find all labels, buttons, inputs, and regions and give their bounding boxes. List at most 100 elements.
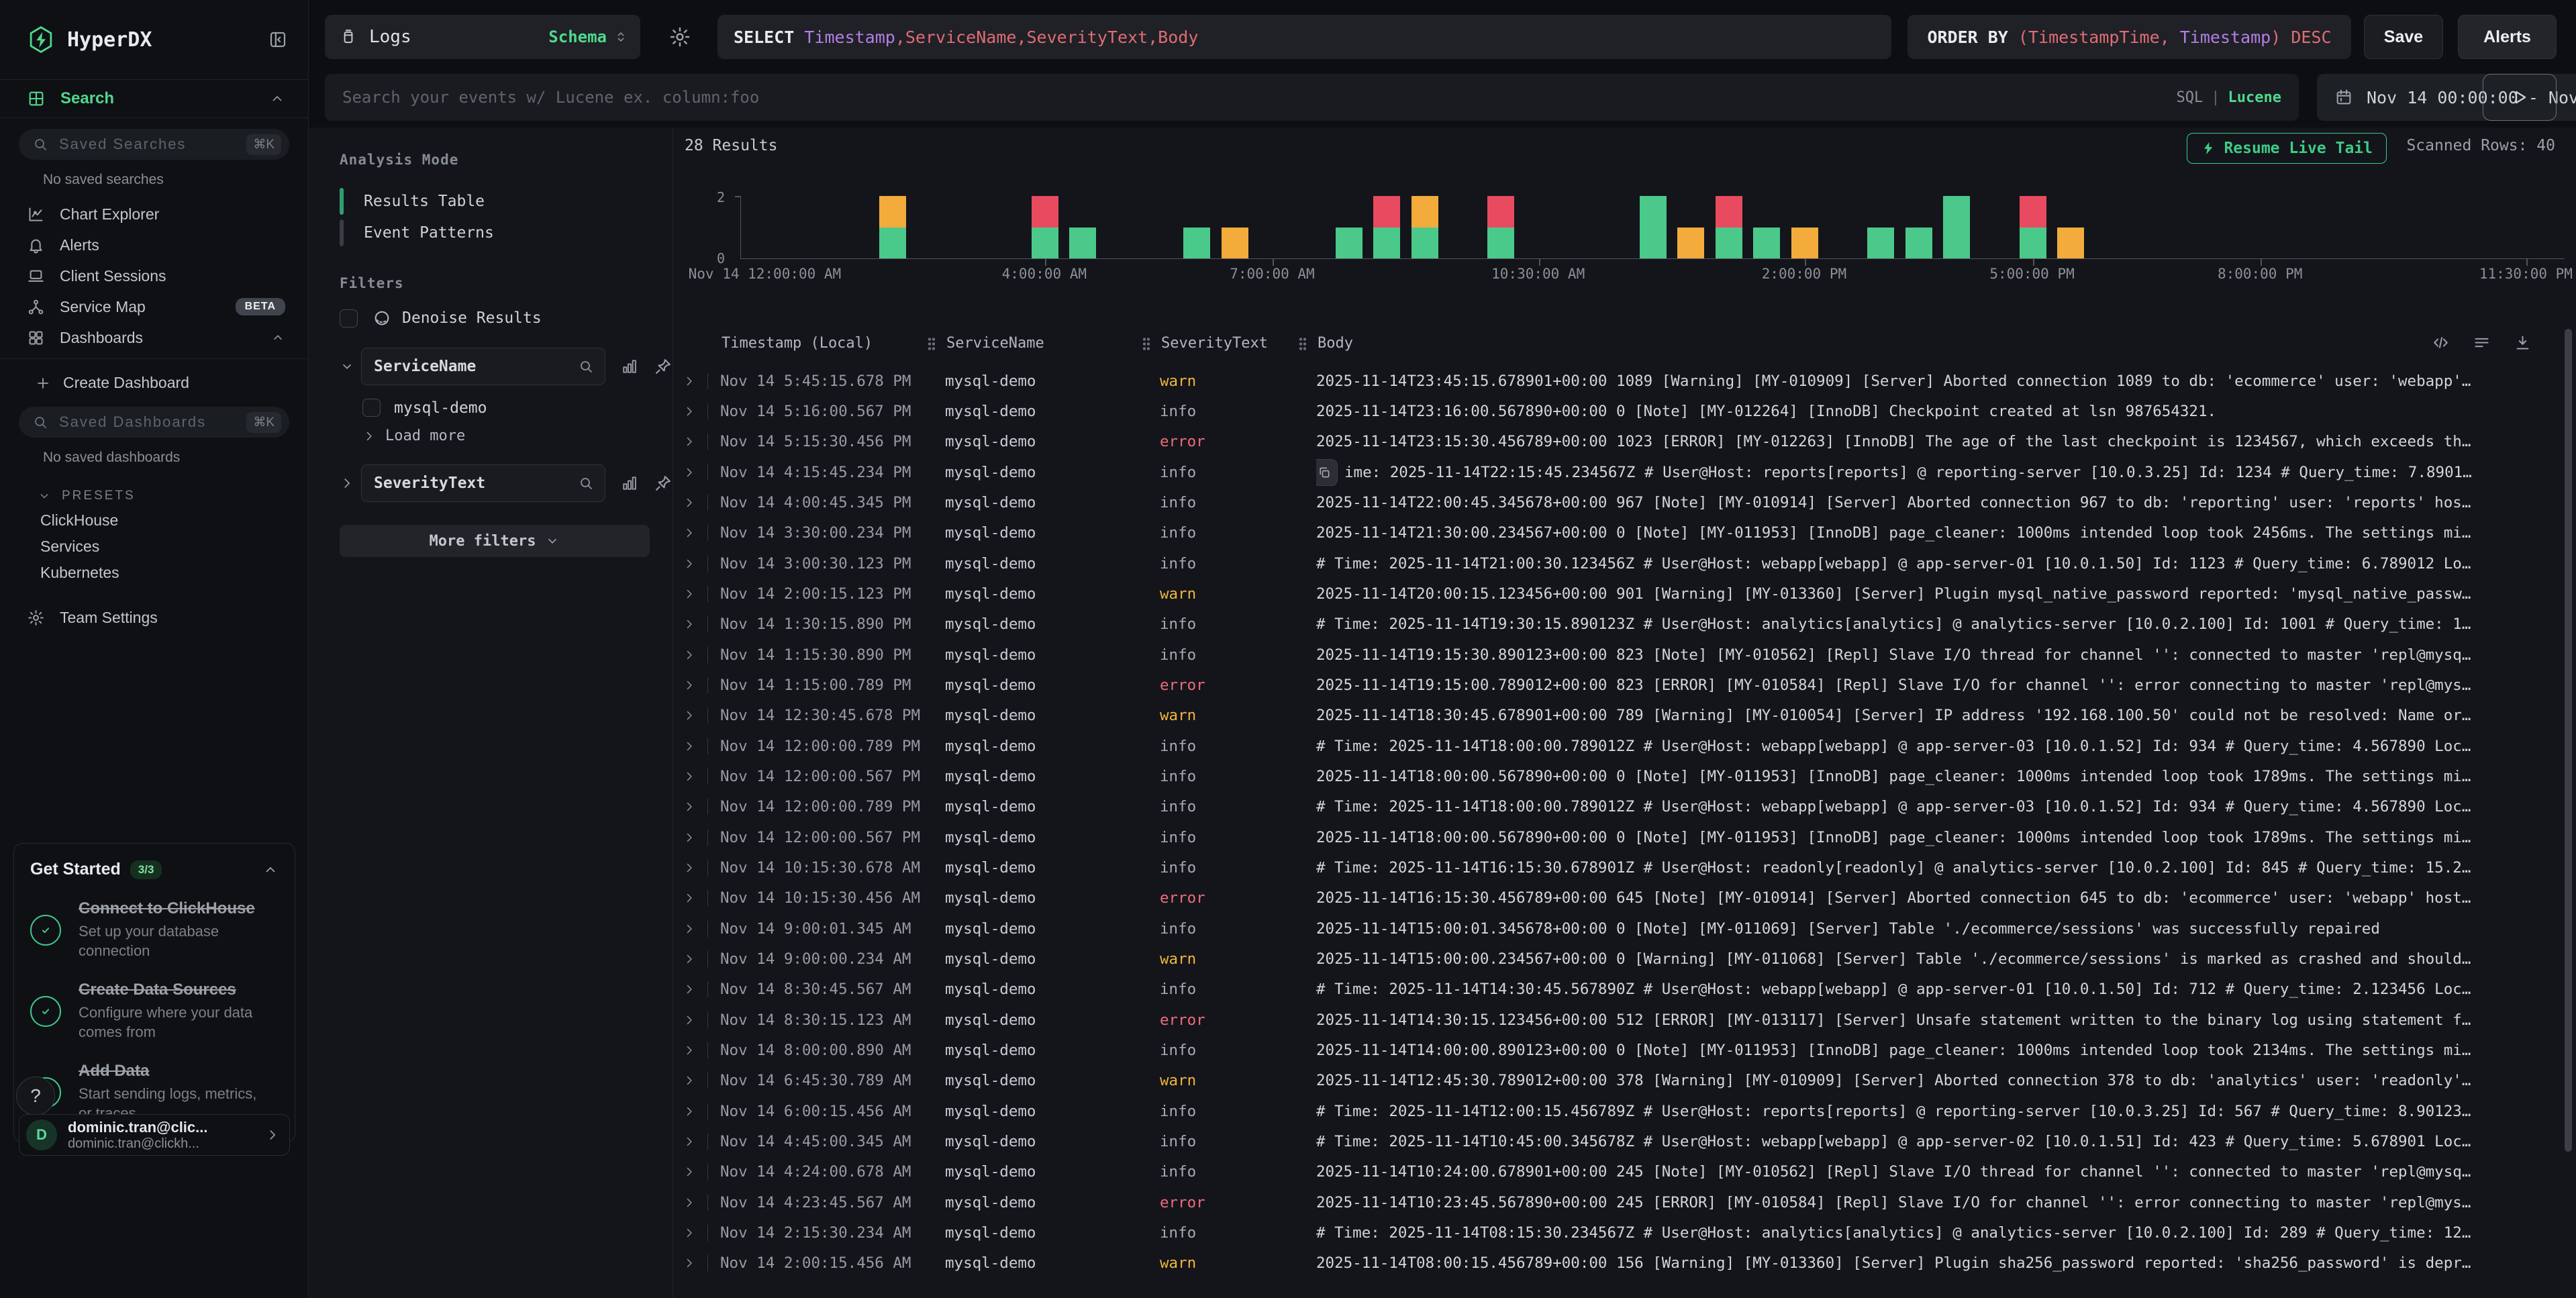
expand-row-icon[interactable] — [683, 1135, 696, 1148]
table-row[interactable]: Nov 14 12:00:00.789 PMmysql-demoinfo# Ti… — [673, 731, 2559, 761]
histogram-bar[interactable] — [1411, 196, 1438, 258]
expand-row-icon[interactable] — [683, 405, 696, 418]
expand-row-icon[interactable] — [683, 709, 696, 722]
table-settings-icon[interactable] — [2473, 334, 2491, 352]
expand-row-icon[interactable] — [683, 1196, 696, 1209]
saved-searches-input[interactable]: Saved Searches ⌘K — [19, 129, 289, 160]
histogram-bar[interactable] — [1867, 228, 1894, 259]
get-started-item[interactable]: Create Data SourcesConfigure where your … — [30, 981, 279, 1042]
table-row[interactable]: Nov 14 4:23:45.567 AMmysql-demoerror2025… — [673, 1187, 2559, 1217]
table-row[interactable]: Nov 14 2:15:30.234 AMmysql-demoinfo# Tim… — [673, 1217, 2559, 1248]
histogram-bar[interactable] — [1640, 196, 1667, 258]
chevron-up-icon[interactable] — [269, 91, 285, 107]
expand-row-icon[interactable] — [683, 800, 696, 813]
more-filters-button[interactable]: More filters — [340, 525, 650, 557]
copy-button[interactable] — [1316, 459, 1338, 486]
expand-row-icon[interactable] — [683, 1165, 696, 1179]
preset-clickhouse[interactable]: ClickHouse — [0, 503, 308, 530]
help-button[interactable]: ? — [16, 1077, 55, 1115]
events-histogram[interactable]: 2 0 — [740, 196, 2565, 259]
expand-row-icon[interactable] — [683, 1074, 696, 1087]
histogram-bar[interactable] — [1069, 228, 1096, 259]
table-row[interactable]: Nov 14 4:45:00.345 AMmysql-demoinfo# Tim… — [673, 1126, 2559, 1156]
expand-row-icon[interactable] — [683, 679, 696, 692]
denoise-results-toggle[interactable]: Denoise Results — [340, 309, 673, 328]
histogram-bar[interactable] — [1336, 228, 1363, 259]
histogram-bar[interactable] — [1791, 228, 1818, 259]
histogram-bar[interactable] — [1222, 228, 1248, 259]
sidebar-item-dashboards[interactable]: Dashboards — [0, 322, 308, 353]
table-row[interactable]: Nov 14 4:24:00.678 AMmysql-demoinfo2025-… — [673, 1157, 2559, 1187]
expand-row-icon[interactable] — [683, 740, 696, 753]
language-toggle[interactable]: SQL|Lucene — [2177, 89, 2281, 106]
sidebar-item-alerts[interactable]: Alerts — [0, 230, 308, 260]
alerts-button[interactable]: Alerts — [2458, 15, 2557, 59]
expand-row-icon[interactable] — [683, 952, 696, 966]
table-row[interactable]: Nov 14 3:00:30.123 PMmysql-demoinfo# Tim… — [673, 548, 2559, 579]
table-row[interactable]: Nov 14 6:45:30.789 AMmysql-demowarn2025-… — [673, 1066, 2559, 1096]
expand-row-icon[interactable] — [683, 1256, 696, 1270]
table-row[interactable]: Nov 14 12:00:00.789 PMmysql-demoinfo# Ti… — [673, 792, 2559, 822]
table-row[interactable]: Nov 14 8:00:00.890 AMmysql-demoinfo2025-… — [673, 1035, 2559, 1065]
table-row[interactable]: Nov 14 9:00:01.345 AMmysql-demoinfo2025-… — [673, 913, 2559, 944]
histogram-bar[interactable] — [1487, 196, 1514, 258]
analysis-mode-event-patterns[interactable]: Event Patterns — [340, 217, 673, 248]
table-row[interactable]: Nov 14 4:15:45.234 PMmysql-demoinfoime: … — [673, 457, 2559, 487]
order-by-input[interactable]: ORDER BY (TimestampTime, Timestamp) DESC — [1908, 15, 2351, 59]
table-row[interactable]: Nov 14 8:30:15.123 AMmysql-demoerror2025… — [673, 1005, 2559, 1035]
table-row[interactable]: Nov 14 5:15:30.456 PMmysql-demoerror2025… — [673, 427, 2559, 457]
create-dashboard-button[interactable]: Create Dashboard — [0, 359, 308, 392]
filter-value-mysql-demo[interactable]: mysql-demo — [362, 399, 673, 417]
drag-handle-icon[interactable] — [1299, 337, 1306, 350]
lucene-toggle[interactable]: Lucene — [2228, 89, 2281, 106]
table-row[interactable]: Nov 14 3:30:00.234 PMmysql-demoinfo2025-… — [673, 518, 2559, 548]
expand-row-icon[interactable] — [683, 1226, 696, 1240]
denoise-checkbox[interactable] — [340, 309, 358, 328]
presets-toggle[interactable]: PRESETS — [0, 472, 308, 503]
table-row[interactable]: Nov 14 1:15:30.890 PMmysql-demoinfo2025-… — [673, 640, 2559, 670]
sidebar-item-search[interactable]: Search — [0, 79, 308, 118]
expand-row-icon[interactable] — [683, 1013, 696, 1027]
bar-chart-icon[interactable] — [620, 357, 639, 376]
pin-icon[interactable] — [654, 357, 673, 376]
histogram-bar[interactable] — [1183, 228, 1210, 259]
chevron-up-icon[interactable] — [270, 330, 285, 345]
table-row[interactable]: Nov 14 12:00:00.567 PMmysql-demoinfo2025… — [673, 822, 2559, 852]
load-more-button[interactable]: Load more — [362, 428, 673, 444]
pin-icon[interactable] — [654, 474, 673, 493]
source-select[interactable]: Logs Schema — [325, 15, 640, 59]
get-started-item[interactable]: Connect to ClickHouseSet up your databas… — [30, 899, 279, 960]
collapse-sidebar-icon[interactable] — [268, 30, 288, 50]
histogram-bar[interactable] — [2020, 196, 2046, 258]
table-row[interactable]: Nov 14 6:00:15.456 AMmysql-demoinfo# Tim… — [673, 1096, 2559, 1126]
column-header-body[interactable]: Body — [1318, 335, 1353, 352]
histogram-bar[interactable] — [1373, 196, 1400, 258]
resume-live-tail-button[interactable]: Resume Live Tail — [2187, 133, 2387, 164]
table-row[interactable]: Nov 14 8:30:45.567 AMmysql-demoinfo# Tim… — [673, 975, 2559, 1005]
drag-handle-icon[interactable] — [928, 337, 935, 350]
code-icon[interactable] — [2432, 334, 2450, 352]
expand-row-icon[interactable] — [683, 587, 696, 601]
sql-toggle[interactable]: SQL — [2177, 89, 2203, 106]
save-button[interactable]: Save — [2364, 15, 2443, 59]
expand-row-icon[interactable] — [683, 861, 696, 875]
sidebar-item-client-sessions[interactable]: Client Sessions — [0, 260, 308, 291]
preset-kubernetes[interactable]: Kubernetes — [0, 556, 308, 582]
scrollbar-thumb[interactable] — [2565, 329, 2572, 1152]
sidebar-item-service-map[interactable]: Service MapBETA — [0, 291, 308, 322]
chevron-right-icon[interactable] — [340, 476, 354, 491]
sidebar-item-team-settings[interactable]: Team Settings — [0, 582, 308, 627]
drag-handle-icon[interactable] — [1142, 337, 1150, 350]
table-row[interactable]: Nov 14 10:15:30.678 AMmysql-demoinfo# Ti… — [673, 852, 2559, 883]
preset-services[interactable]: Services — [0, 530, 308, 556]
filter-group-search-input[interactable]: SeverityText — [361, 464, 605, 502]
expand-row-icon[interactable] — [683, 648, 696, 662]
table-row[interactable]: Nov 14 1:15:00.789 PMmysql-demoerror2025… — [673, 670, 2559, 700]
user-menu[interactable]: D dominic.tran@clic... dominic.tran@clic… — [19, 1114, 290, 1156]
histogram-bar[interactable] — [1753, 228, 1780, 259]
saved-dashboards-input[interactable]: Saved Dashboards ⌘K — [19, 407, 289, 438]
histogram-bar[interactable] — [879, 196, 906, 258]
event-search-input[interactable]: Search your events w/ Lucene ex. column:… — [325, 74, 2299, 121]
table-row[interactable]: Nov 14 2:00:15.123 PMmysql-demowarn2025-… — [673, 579, 2559, 609]
sidebar-item-chart-explorer[interactable]: Chart Explorer — [0, 199, 308, 230]
